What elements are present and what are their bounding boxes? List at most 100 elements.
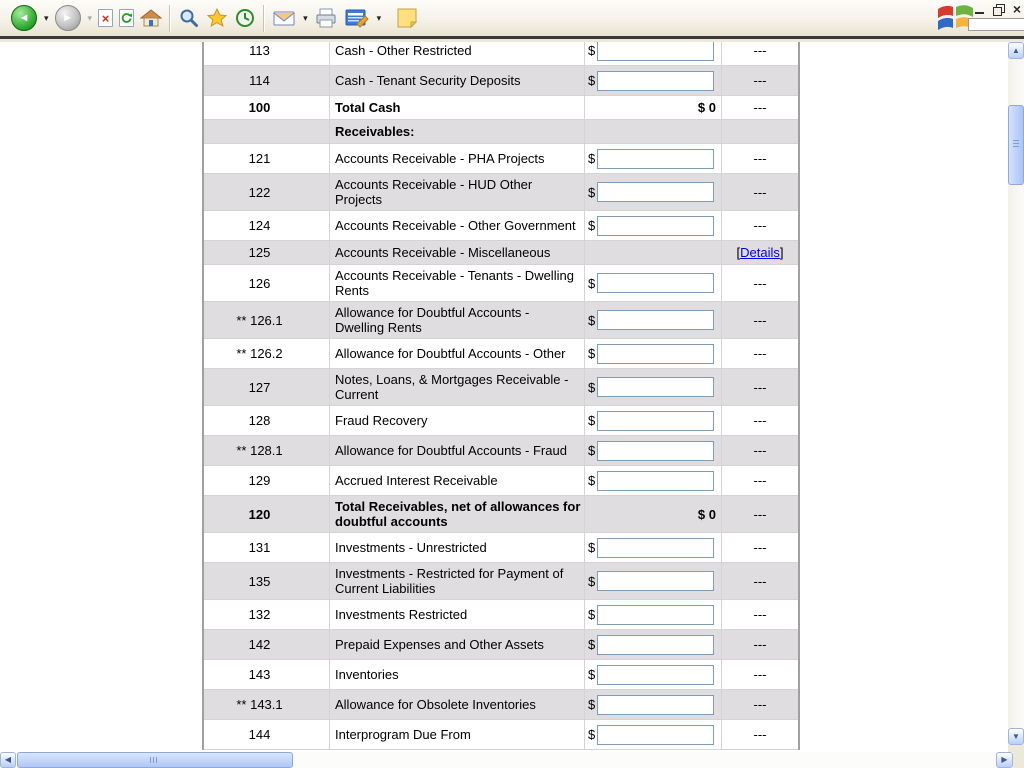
mail-envelope-icon xyxy=(272,8,296,28)
details-link[interactable]: Details xyxy=(740,245,780,260)
line-item-number: 121 xyxy=(204,144,329,173)
refresh-icon xyxy=(119,9,134,27)
table-row: Receivables: xyxy=(204,120,798,144)
status-cell: --- xyxy=(721,302,798,338)
forward-dropdown-button[interactable]: ▾ xyxy=(84,2,96,34)
table-row: ** 143.1Allowance for Obsolete Inventori… xyxy=(204,690,798,720)
edit-button[interactable] xyxy=(341,2,373,34)
status-dashes: --- xyxy=(754,276,767,291)
amount-cell: $ xyxy=(585,144,721,173)
discuss-button[interactable] xyxy=(392,2,422,34)
favorites-star-icon xyxy=(206,7,228,29)
amount-cell: $ xyxy=(585,660,721,689)
status-cell: --- xyxy=(721,720,798,749)
scroll-down-button[interactable]: ▼ xyxy=(1008,728,1024,745)
amount-cell: $ xyxy=(585,533,721,562)
history-button[interactable] xyxy=(231,2,259,34)
amount-input[interactable] xyxy=(597,665,714,685)
line-item-description: Inventories xyxy=(329,660,585,689)
line-item-description: Receivables: xyxy=(329,120,585,143)
vertical-scrollbar-thumb[interactable] xyxy=(1008,105,1024,185)
mail-dropdown-button[interactable]: ▾ xyxy=(299,2,311,34)
status-cell: --- xyxy=(721,630,798,659)
line-item-number: 132 xyxy=(204,600,329,629)
search-button[interactable] xyxy=(175,2,203,34)
mail-button[interactable] xyxy=(269,2,299,34)
favorites-button[interactable] xyxy=(203,2,231,34)
stop-button[interactable]: × xyxy=(95,2,116,34)
amount-input[interactable] xyxy=(597,310,714,330)
forward-button[interactable]: ► xyxy=(52,2,84,34)
amount-input[interactable] xyxy=(597,538,714,558)
horizontal-scrollbar[interactable]: ◀ ▶ xyxy=(0,752,1013,768)
browser-window: ◄ ▾ ► ▾ × xyxy=(0,0,1024,768)
scroll-left-button[interactable]: ◀ xyxy=(0,752,16,768)
back-button[interactable]: ◄ xyxy=(8,2,40,34)
currency-symbol: $ xyxy=(588,473,595,488)
line-item-description: Total Receivables, net of allowances for… xyxy=(329,496,585,532)
line-item-description: Accrued Interest Receivable xyxy=(329,466,585,495)
amount-cell: $ xyxy=(585,302,721,338)
amount-input[interactable] xyxy=(597,441,714,461)
line-item-description: Allowance for Obsolete Inventories xyxy=(329,690,585,719)
amount-input[interactable] xyxy=(597,149,714,169)
status-dashes: --- xyxy=(754,380,767,395)
amount-cell: $ xyxy=(585,690,721,719)
line-item-description: Total Cash xyxy=(329,96,585,119)
scroll-up-button[interactable]: ▲ xyxy=(1008,42,1024,59)
line-item-number: ** 126.2 xyxy=(204,339,329,368)
line-item-description: Accounts Receivable - Miscellaneous xyxy=(329,241,585,264)
currency-symbol: $ xyxy=(588,607,595,622)
toolbar-separator xyxy=(169,5,171,32)
amount-cell: $ xyxy=(585,436,721,465)
amount-cell xyxy=(585,241,721,264)
line-item-number xyxy=(204,120,329,143)
status-cell: --- xyxy=(721,406,798,435)
amount-input[interactable] xyxy=(597,377,714,397)
status-cell: --- xyxy=(721,533,798,562)
minimize-button[interactable] xyxy=(975,5,984,14)
line-item-number: 114 xyxy=(204,66,329,95)
amount-cell: $ xyxy=(585,265,721,301)
print-button[interactable] xyxy=(311,2,341,34)
amount-input[interactable] xyxy=(597,725,714,745)
currency-symbol: $ xyxy=(588,185,595,200)
status-dashes: --- xyxy=(754,43,767,58)
line-item-description: Cash - Other Restricted xyxy=(329,42,585,65)
amount-input[interactable] xyxy=(597,273,714,293)
total-value: $ 0 xyxy=(588,100,721,115)
ie-toolbar: ◄ ▾ ► ▾ × xyxy=(0,0,1024,39)
refresh-button[interactable] xyxy=(116,2,137,34)
currency-symbol: $ xyxy=(588,540,595,555)
amount-input[interactable] xyxy=(597,216,714,236)
currency-symbol: $ xyxy=(588,443,595,458)
details-bracket: [Details] xyxy=(737,245,784,260)
chevron-down-icon: ▾ xyxy=(44,13,49,24)
home-icon xyxy=(140,8,162,28)
amount-input[interactable] xyxy=(597,605,714,625)
amount-input[interactable] xyxy=(597,635,714,655)
close-button[interactable]: × xyxy=(1013,4,1021,14)
amount-input[interactable] xyxy=(597,411,714,431)
currency-symbol: $ xyxy=(588,413,595,428)
stop-icon: × xyxy=(98,9,113,27)
status-cell: --- xyxy=(721,96,798,119)
line-item-number: 144 xyxy=(204,720,329,749)
amount-input[interactable] xyxy=(597,344,714,364)
amount-input[interactable] xyxy=(597,42,714,61)
amount-input[interactable] xyxy=(597,571,714,591)
back-dropdown-button[interactable]: ▾ xyxy=(40,2,52,34)
status-dashes: --- xyxy=(754,574,767,589)
edit-dropdown-button[interactable]: ▾ xyxy=(373,2,385,34)
line-item-description: Investments - Restricted for Payment of … xyxy=(329,563,585,599)
home-button[interactable] xyxy=(137,2,165,34)
amount-input[interactable] xyxy=(597,71,714,91)
amount-input[interactable] xyxy=(597,695,714,715)
horizontal-scrollbar-thumb[interactable] xyxy=(17,752,293,768)
amount-input[interactable] xyxy=(597,471,714,491)
scroll-right-button[interactable]: ▶ xyxy=(996,752,1013,768)
amount-cell: $ xyxy=(585,369,721,405)
vertical-scrollbar[interactable]: ▲ ▼ xyxy=(1008,42,1024,745)
amount-input[interactable] xyxy=(597,182,714,202)
restore-button[interactable] xyxy=(993,4,1004,15)
